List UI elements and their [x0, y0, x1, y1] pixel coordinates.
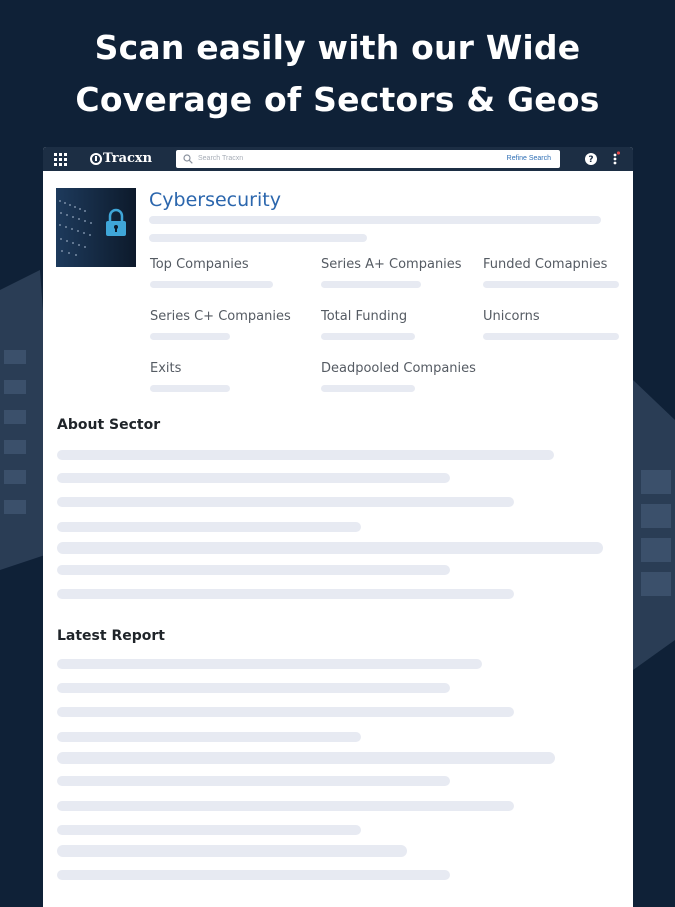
- svg-text:?: ?: [588, 155, 593, 165]
- sector-thumbnail: [56, 188, 136, 267]
- report-text-placeholder: [57, 776, 450, 786]
- search-placeholder: Search Tracxn: [198, 155, 244, 162]
- stat-value-placeholder: [150, 281, 273, 288]
- question-circle-icon[interactable]: ?: [585, 153, 597, 165]
- report-text-placeholder: [57, 801, 514, 811]
- vertical-dots-icon[interactable]: [612, 151, 620, 167]
- grid-icon[interactable]: [54, 153, 67, 166]
- stat-value-placeholder: [321, 281, 421, 288]
- sector-description-placeholder: [149, 234, 367, 242]
- report-text-placeholder: [57, 845, 407, 857]
- report-text-placeholder: [57, 659, 482, 669]
- report-text-placeholder: [57, 732, 361, 742]
- search-input[interactable]: Search Tracxn Refine Search: [176, 150, 560, 168]
- report-text-placeholder: [57, 825, 361, 835]
- stat-label-unicorns[interactable]: Unicorns: [483, 309, 540, 324]
- stat-value-placeholder: [321, 385, 415, 392]
- stat-label-funded-companies[interactable]: Funded Comapnies: [483, 257, 607, 272]
- tracxn-logo[interactable]: Tracxn: [90, 150, 152, 168]
- headline-line-1: Scan easily with our Wide: [94, 28, 581, 67]
- about-text-placeholder: [57, 450, 554, 460]
- refine-search-link[interactable]: Refine Search: [507, 152, 551, 166]
- report-text-placeholder: [57, 752, 555, 764]
- stat-value-placeholder: [150, 385, 230, 392]
- about-text-placeholder: [57, 497, 514, 507]
- stat-value-placeholder: [483, 333, 619, 340]
- sector-description-placeholder: [149, 216, 601, 224]
- stat-label-top-companies[interactable]: Top Companies: [150, 257, 249, 272]
- background-shape-right: [633, 380, 675, 670]
- top-bar: Tracxn Search Tracxn Refine Search ?: [43, 147, 633, 171]
- headline-line-2: Coverage of Sectors & Geos: [75, 80, 600, 119]
- logo-text: Tracxn: [103, 151, 153, 166]
- stat-value-placeholder: [321, 333, 415, 340]
- stat-label-series-a-companies[interactable]: Series A+ Companies: [321, 257, 462, 272]
- about-text-placeholder: [57, 565, 450, 575]
- report-text-placeholder: [57, 683, 450, 693]
- stat-label-exits[interactable]: Exits: [150, 361, 181, 376]
- stat-value-placeholder: [483, 281, 619, 288]
- about-text-placeholder: [57, 473, 450, 483]
- about-text-placeholder: [57, 522, 361, 532]
- sector-title[interactable]: Cybersecurity: [149, 189, 281, 211]
- about-text-placeholder: [57, 542, 603, 554]
- about-text-placeholder: [57, 589, 514, 599]
- headline: Scan easily with our Wide Coverage of Se…: [0, 22, 675, 126]
- stat-label-series-c-companies[interactable]: Series C+ Companies: [150, 309, 291, 324]
- stat-label-deadpooled-companies[interactable]: Deadpooled Companies: [321, 361, 476, 376]
- search-icon: [183, 154, 193, 164]
- report-text-placeholder: [57, 707, 514, 717]
- logo-mark-icon: [90, 153, 102, 165]
- app-window: Tracxn Search Tracxn Refine Search ? Cyb…: [43, 147, 633, 907]
- report-text-placeholder: [57, 870, 450, 880]
- stat-label-total-funding[interactable]: Total Funding: [321, 309, 407, 324]
- latest-report-heading: Latest Report: [57, 628, 165, 644]
- stat-value-placeholder: [150, 333, 230, 340]
- about-sector-heading: About Sector: [57, 417, 161, 433]
